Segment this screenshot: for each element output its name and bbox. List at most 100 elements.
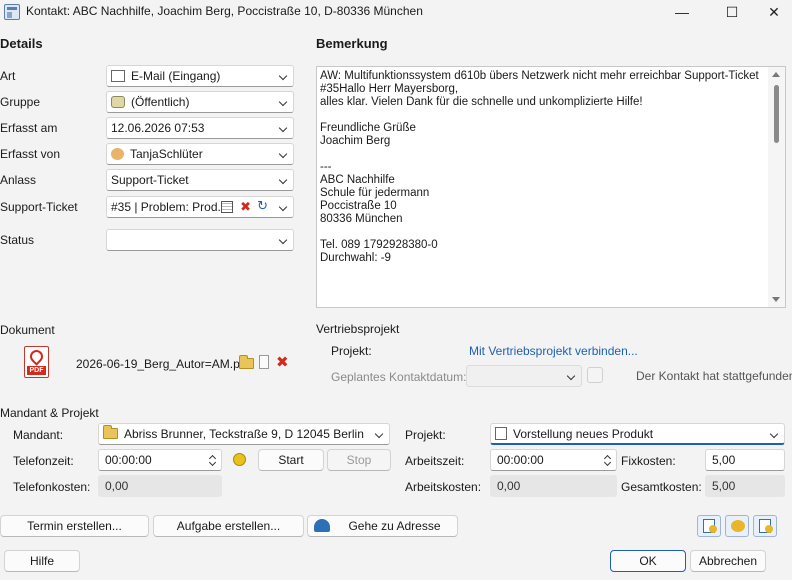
work-costs-value: 0,00 <box>490 475 617 497</box>
fixed-costs-label: Fixkosten: <box>621 454 676 468</box>
total-costs-label: Gesamtkosten: <box>621 480 702 494</box>
start-button[interactable]: Start <box>258 449 324 471</box>
document-icon <box>495 427 507 440</box>
new-document-icon[interactable] <box>259 355 269 369</box>
work-time-spinner[interactable]: 00:00:00 <box>490 449 617 471</box>
contact-card-icon <box>4 4 20 20</box>
erfasst-am-label: Erfasst am <box>0 121 58 135</box>
work-costs-label: Arbeitskosten: <box>405 480 482 494</box>
document-filename[interactable]: 2026-06-19_Berg_Autor=AM.pdf <box>76 357 250 371</box>
remark-textarea[interactable]: AW: Multifunktionssystem d610b übers Net… <box>316 66 786 308</box>
scroll-thumb[interactable] <box>774 85 779 143</box>
remark-line: Freundliche Grüße <box>320 122 416 134</box>
sales-project-label: Projekt: <box>331 344 372 358</box>
spin-down-icon[interactable] <box>208 458 217 467</box>
mandant-label: Mandant: <box>13 428 64 442</box>
planned-date-label: Geplantes Kontaktdatum: <box>331 370 467 384</box>
scroll-down-icon[interactable] <box>772 297 780 302</box>
spin-down-icon[interactable] <box>603 458 612 467</box>
work-time-value: 00:00:00 <box>497 453 544 467</box>
pdf-tag: PDF <box>27 366 46 375</box>
group-icon <box>111 96 125 108</box>
close-button[interactable]: ✕ <box>752 0 792 24</box>
client-project-heading: Mandant & Projekt <box>0 406 99 420</box>
delete-icon[interactable]: ✖ <box>240 199 251 215</box>
phone-time-label: Telefonzeit: <box>13 454 74 468</box>
connect-sales-project-link[interactable]: Mit Vertriebsprojekt verbinden... <box>469 344 638 358</box>
contact-occurred-label: Der Kontakt hat stattgefunden <box>636 369 792 383</box>
anlass-value: Support-Ticket <box>111 173 189 187</box>
gruppe-value: (Öffentlich) <box>131 95 190 109</box>
work-time-label: Arbeitszeit: <box>405 454 465 468</box>
gruppe-label: Gruppe <box>0 95 41 109</box>
goto-address-button[interactable]: Gehe zu Adresse <box>307 515 458 537</box>
support-ticket-combo[interactable]: #35 | Problem: Prod... ✖ ↻ <box>106 196 294 218</box>
chevron-down-icon <box>278 235 288 245</box>
calendar-icon[interactable] <box>221 201 233 213</box>
remark-line: Schule für jedermann <box>320 187 430 199</box>
refresh-icon[interactable]: ↻ <box>257 198 268 214</box>
erfasst-am-combo[interactable]: 12.06.2026 07:53 <box>106 117 294 139</box>
project-combo[interactable]: Vorstellung neues Produkt <box>490 423 785 445</box>
remark-line: Tel. 089 1792928380-0 <box>320 239 438 251</box>
remark-line: Joachim Berg <box>320 135 391 147</box>
chevron-down-icon <box>278 202 288 212</box>
remark-line <box>320 226 763 239</box>
erfasst-am-value: 12.06.2026 07:53 <box>111 121 205 135</box>
users-icon <box>111 148 124 160</box>
new-document-add-button[interactable] <box>697 515 721 537</box>
mandant-value: Abriss Brunner, Teckstraße 9, D 12045 Be… <box>124 427 364 441</box>
maximize-button[interactable]: ☐ <box>710 0 754 24</box>
create-appointment-button[interactable]: Termin erstellen... <box>0 515 149 537</box>
remark-line: ABC Nachhilfe <box>320 174 395 186</box>
minimize-button[interactable]: — <box>660 0 704 24</box>
window-title: Kontakt: ABC Nachhilfe, Joachim Berg, Po… <box>26 4 423 18</box>
create-task-button[interactable]: Aufgabe erstellen... <box>153 515 304 537</box>
timer-status-icon <box>233 453 246 466</box>
folder-open-icon[interactable] <box>239 355 254 369</box>
car-icon <box>314 519 330 532</box>
planned-date-combo[interactable] <box>466 365 582 387</box>
chevron-down-icon <box>769 429 779 439</box>
scroll-up-icon[interactable] <box>772 72 780 77</box>
project-label: Projekt: <box>405 428 446 442</box>
title-bar: Kontakt: ABC Nachhilfe, Joachim Berg, Po… <box>0 0 792 24</box>
art-combo[interactable]: E-Mail (Eingang) <box>106 65 294 87</box>
art-label: Art <box>0 69 16 83</box>
remark-line: Durchwahl: -9 <box>320 252 391 264</box>
phone-costs-label: Telefonkosten: <box>13 480 91 494</box>
mandant-combo[interactable]: Abriss Brunner, Teckstraße 9, D 12045 Be… <box>98 423 390 445</box>
cancel-button[interactable]: Abbrechen <box>690 550 766 572</box>
pdf-file-icon[interactable]: PDF <box>24 346 49 378</box>
chevron-down-icon <box>278 149 288 159</box>
remark-line: 80336 München <box>320 213 403 225</box>
notes-button[interactable] <box>753 515 777 537</box>
chevron-down-icon <box>278 123 288 133</box>
ok-button[interactable]: OK <box>610 550 686 572</box>
sales-project-heading: Vertriebsprojekt <box>316 322 400 336</box>
document-label: Dokument <box>0 323 55 337</box>
chevron-down-icon <box>278 71 288 81</box>
coins-button[interactable] <box>725 515 749 537</box>
gruppe-combo[interactable]: (Öffentlich) <box>106 91 294 113</box>
delete-icon[interactable]: ✖ <box>276 353 289 371</box>
goto-address-label: Gehe zu Adresse <box>348 519 441 533</box>
status-label: Status <box>0 233 35 247</box>
status-combo[interactable] <box>106 229 294 251</box>
stop-button[interactable]: Stop <box>327 449 391 471</box>
project-value: Vorstellung neues Produkt <box>513 427 654 441</box>
phone-costs-value: 0,00 <box>98 475 222 497</box>
remark-line: --- <box>320 161 332 173</box>
anlass-combo[interactable]: Support-Ticket <box>106 169 294 191</box>
fixed-costs-input[interactable]: 5,00 <box>705 449 785 471</box>
phone-time-spinner[interactable]: 00:00:00 <box>98 449 222 471</box>
chevron-down-icon <box>566 371 576 381</box>
chevron-down-icon <box>278 97 288 107</box>
remark-line: #35Hallo Herr Mayersborg, <box>320 83 459 95</box>
help-button[interactable]: Hilfe <box>4 550 80 572</box>
remark-line <box>320 148 763 161</box>
remark-scrollbar[interactable] <box>768 67 785 307</box>
erfasst-von-combo[interactable]: TanjaSchlüter <box>106 143 294 165</box>
contact-occurred-checkbox[interactable] <box>587 367 603 383</box>
art-value: E-Mail (Eingang) <box>131 69 221 83</box>
